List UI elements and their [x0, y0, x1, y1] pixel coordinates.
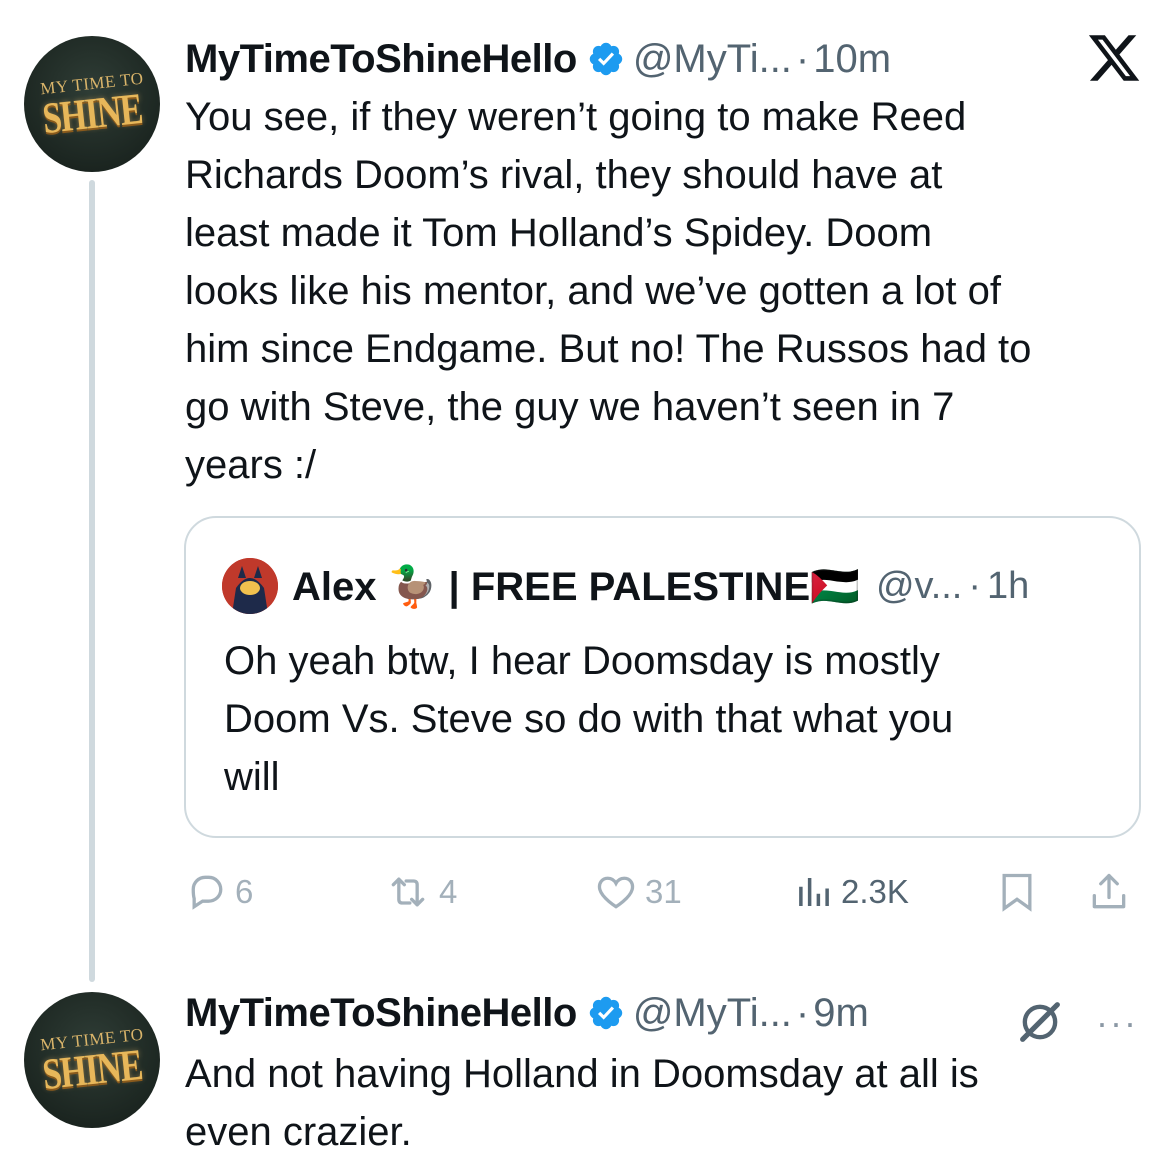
quoted-avatar-image [222, 558, 278, 614]
handle[interactable]: @MyTi... [633, 991, 792, 1036]
tweet-line: looks like his mentor, and we’ve gotten … [185, 269, 1002, 313]
avatar[interactable]: MY TIME TO SHINE [24, 36, 160, 172]
bookmark-button[interactable] [995, 860, 1045, 924]
handle[interactable]: @MyTi... [633, 37, 792, 82]
tweet-line: You see, if they weren’t going to make R… [185, 95, 967, 139]
share-icon [1092, 873, 1126, 909]
quoted-handle[interactable]: @v... [876, 565, 962, 608]
tweet-line: go with Steve, the guy we haven’t seen i… [185, 385, 955, 429]
separator-dot: · [795, 36, 810, 81]
reply-button[interactable]: 6 [185, 860, 253, 924]
share-button[interactable] [1087, 860, 1137, 924]
display-name[interactable]: MyTimeToShineHello [185, 37, 577, 82]
tweet-line: least made it Tom Holland’s Spidey. Doom [185, 211, 933, 255]
verified-badge-icon [589, 42, 623, 76]
repost-count: 4 [439, 873, 458, 910]
tweet-body: And not having Holland in Doomsday at al… [185, 1045, 1145, 1161]
quoted-tweet[interactable]: Alex 🦆 | FREE PALESTINE🇵🇸 @v... · 1h Oh … [184, 516, 1141, 838]
avatar[interactable]: MY TIME TO SHINE [24, 992, 160, 1128]
more-options-icon[interactable]: ··· [1096, 1002, 1138, 1044]
action-bar: 6 4 31 2.3K [185, 860, 1145, 924]
tweet-line: him since Endgame. But no! The Russos ha… [185, 327, 1032, 371]
tweet-body: You see, if they weren’t going to make R… [185, 88, 1145, 494]
display-name[interactable]: MyTimeToShineHello [185, 991, 577, 1036]
timestamp[interactable]: 9m [813, 991, 869, 1036]
views-icon [799, 878, 829, 906]
bookmark-icon [1002, 873, 1032, 912]
timestamp[interactable]: 10m [813, 37, 891, 82]
separator-dot: · [968, 564, 982, 607]
quoted-line: will [224, 755, 280, 799]
tweet-header: MyTimeToShineHello @MyTi... · 10m [185, 34, 891, 84]
quoted-tweet-body: Oh yeah btw, I hear Doomsday is mostly D… [224, 632, 1104, 806]
like-count: 31 [645, 873, 682, 910]
quoted-line: Oh yeah btw, I hear Doomsday is mostly [224, 639, 940, 683]
separator-dot: · [795, 990, 810, 1035]
quoted-line: Doom Vs. Steve so do with that what you [224, 697, 954, 741]
tweet-line: Richards Doom’s rival, they should have … [185, 153, 943, 197]
tweet-line: years :/ [185, 443, 317, 487]
tweet-line: even crazier. [185, 1110, 412, 1154]
like-icon [597, 876, 635, 909]
reply-count: 6 [235, 873, 254, 910]
quoted-avatar[interactable] [222, 558, 278, 614]
repost-button[interactable]: 4 [383, 860, 457, 924]
tweet-header: MyTimeToShineHello @MyTi... · 9m [185, 988, 869, 1038]
quoted-timestamp[interactable]: 1h [987, 565, 1029, 608]
like-button[interactable]: 31 [593, 860, 682, 924]
repost-icon [391, 877, 425, 907]
quoted-tweet-header: Alex 🦆 | FREE PALESTINE🇵🇸 @v... · 1h [222, 558, 1029, 614]
x-logo-icon [1088, 35, 1140, 81]
avatar-text-large: SHINE [40, 83, 144, 144]
quoted-display-name[interactable]: Alex 🦆 | FREE PALESTINE🇵🇸 [292, 563, 860, 610]
views-button[interactable]: 2.3K [793, 860, 909, 924]
thread-line [89, 180, 95, 982]
grok-icon[interactable] [1014, 996, 1066, 1048]
verified-badge-icon [589, 996, 623, 1030]
reply-icon [191, 875, 223, 910]
views-count: 2.3K [841, 873, 909, 910]
tweet-line: And not having Holland in Doomsday at al… [185, 1052, 979, 1096]
avatar-text-large: SHINE [40, 1039, 144, 1100]
